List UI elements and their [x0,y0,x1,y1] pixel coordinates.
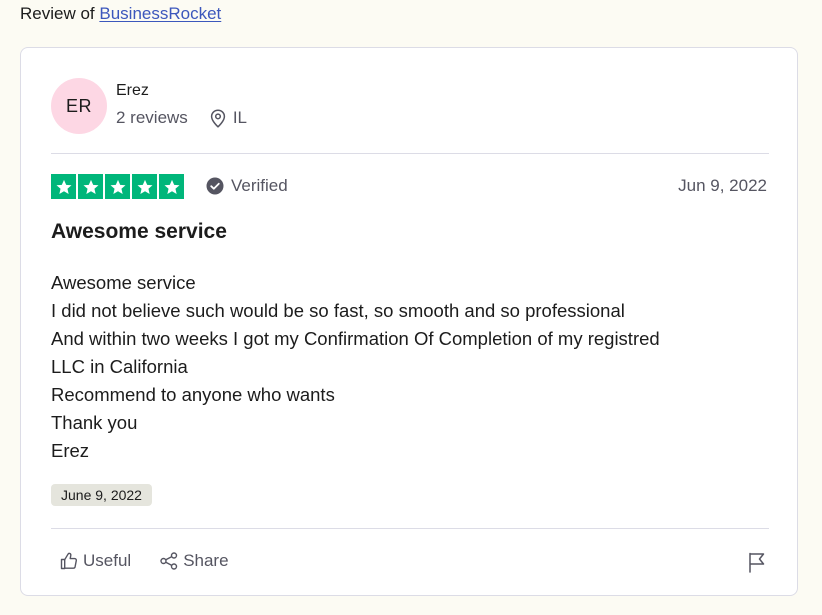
star-icon [132,174,157,199]
flag-icon [749,552,765,573]
review-body-line: Recommend to anyone who wants [51,384,335,405]
avatar[interactable]: ER [51,78,107,134]
star-icon [105,174,130,199]
useful-button[interactable]: Useful [59,551,131,571]
divider [51,153,769,154]
share-button[interactable]: Share [159,551,229,571]
review-page: Review of BusinessRocket ER Erez 2 revie… [0,0,822,615]
review-body-line: Erez [51,440,90,461]
report-button[interactable] [747,551,767,578]
review-body-line: Awesome service [51,272,196,293]
review-title[interactable]: Awesome service [51,220,227,244]
check-circle-icon [206,177,224,195]
review-of-label: Review of [20,4,95,23]
experience-date-badge: June 9, 2022 [51,484,152,506]
verified-badge[interactable]: Verified [206,176,288,196]
thumbs-up-icon [60,552,78,570]
star-icon [51,174,76,199]
company-link[interactable]: BusinessRocket [99,4,221,23]
review-body-line: And within two weeks I got my Confirmati… [51,328,660,349]
reviewer-name[interactable]: Erez [116,82,149,100]
star-icon [159,174,184,199]
verified-label: Verified [231,176,288,195]
review-body: Awesome service I did not believe such w… [51,269,771,465]
star-icon [78,174,103,199]
location-text: IL [232,108,247,127]
location-pin-icon [210,108,225,128]
review-body-line: LLC in California [51,356,188,377]
reviewer-meta: 2 reviews IL [116,108,247,128]
reviews-count: 2 reviews [116,108,188,127]
useful-label: Useful [83,551,132,570]
review-date: Jun 9, 2022 [678,176,767,195]
share-icon [160,552,178,570]
review-body-line: I did not believe such would be so fast,… [51,300,625,321]
reviewer-location: IL [210,108,247,128]
review-of-header: Review of BusinessRocket [20,4,221,24]
share-label: Share [183,551,229,570]
review-card: ER Erez 2 reviews IL Verified Jun 9, 202… [20,47,798,596]
review-body-line: Thank you [51,412,138,433]
divider [51,528,769,529]
star-rating [51,174,184,199]
review-actions: Useful Share [59,551,229,571]
